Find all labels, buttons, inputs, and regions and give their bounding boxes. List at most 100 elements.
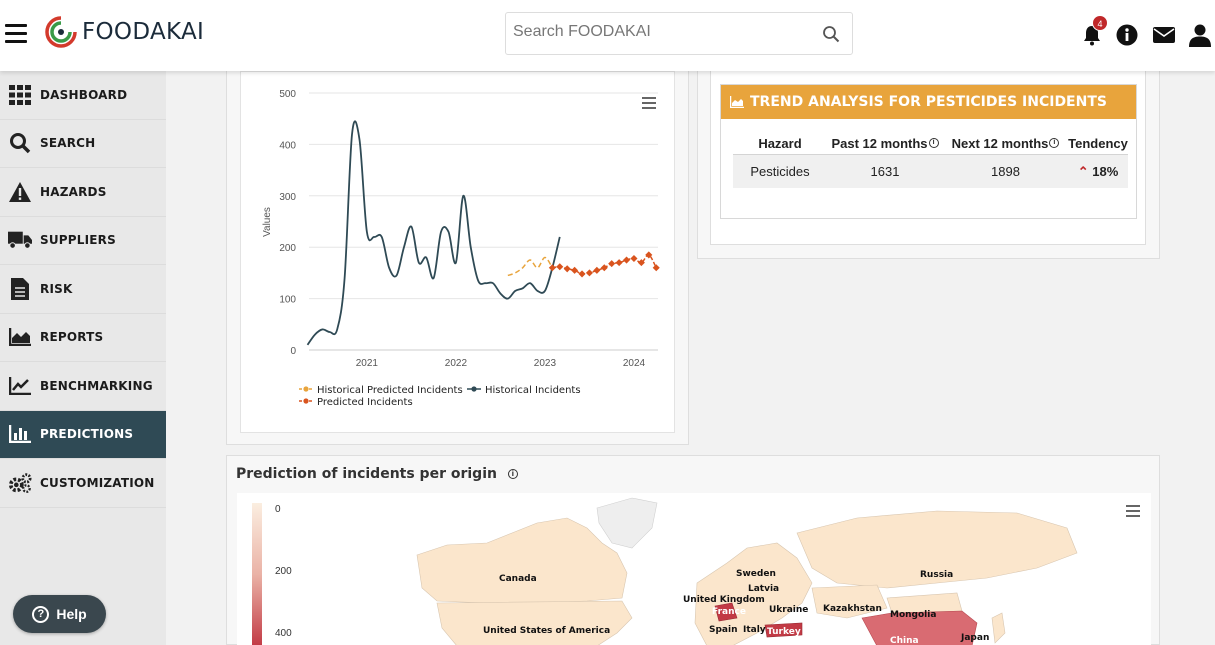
cell-next: 1898 [991, 164, 1020, 179]
country-label: Mongolia [890, 610, 936, 620]
search-icon[interactable] [822, 25, 840, 43]
info-icon[interactable]: i [507, 469, 518, 479]
sidebar-item-customization[interactable]: CUSTOMIZATION [0, 459, 166, 508]
map-panel: Prediction of incidents per origin i 0 2… [226, 455, 1160, 645]
data-point-marker [556, 263, 564, 271]
line-chart-svg: 500 400 300 200 100 0 2021 2022 2023 2024 Values Hi… [262, 89, 660, 408]
sidebar-item-risk[interactable]: RISK [0, 265, 166, 314]
scale-label: 200 [275, 566, 292, 577]
country-label: China [890, 636, 919, 645]
top-header: FOODAKAI 4 [0, 0, 1215, 71]
document-icon [8, 277, 32, 300]
map-title-text: Prediction of incidents per origin [236, 466, 497, 482]
y-tick-label: 400 [279, 140, 296, 151]
gears-icon [8, 472, 32, 494]
sidebar-item-label: HAZARDS [40, 184, 107, 199]
user-icon[interactable] [1188, 23, 1212, 47]
notification-badge: 4 [1092, 15, 1108, 31]
y-tick-label: 200 [279, 243, 296, 254]
country-label: Kazakhstan [823, 604, 882, 614]
line-chart-icon [8, 375, 32, 397]
series-line [306, 120, 561, 346]
trend-card: TREND ANALYSIS FOR PESTICIDES INCIDENTS … [720, 84, 1137, 219]
data-point-marker [652, 264, 660, 272]
hamburger-menu-icon[interactable] [5, 24, 27, 44]
x-tick-label: 2024 [623, 358, 646, 369]
world-map: 0 200 400 Canada Sweden Latvia Russia Un… [237, 493, 1151, 645]
x-tick-label: 2021 [356, 358, 379, 369]
bar-chart-icon [8, 423, 32, 445]
country-japan[interactable] [991, 612, 1006, 644]
tendency-value: 18% [1092, 163, 1119, 179]
trend-header: TREND ANALYSIS FOR PESTICIDES INCIDENTS [721, 85, 1136, 119]
question-icon: ? [32, 605, 50, 623]
help-label: Help [56, 606, 87, 622]
country-label: Sweden [736, 569, 776, 579]
help-button[interactable]: ? Help [13, 595, 106, 633]
sidebar-item-label: RISK [40, 281, 73, 296]
data-point-marker [630, 254, 638, 263]
prediction-chart: 500 400 300 200 100 0 2021 2022 2023 2024 Values Hi… [240, 71, 675, 433]
scale-label: 400 [275, 628, 292, 639]
sidebar-item-search[interactable]: SEARCH [0, 120, 166, 168]
info-icon[interactable]: i [1049, 137, 1060, 148]
search-input[interactable] [513, 23, 813, 41]
sidebar-item-hazards[interactable]: HAZARDS [0, 168, 166, 217]
data-point-marker [600, 264, 608, 272]
table-header-row: Hazard Past 12 months i Next 12 months i T… [733, 133, 1128, 153]
y-tick-label: 300 [279, 192, 296, 203]
chevron-up-icon: ⌃ [1077, 163, 1089, 179]
country-canada[interactable] [416, 517, 628, 604]
data-point-marker [578, 270, 586, 278]
data-point-marker [585, 269, 593, 277]
sidebar-item-label: BENCHMARKING [40, 378, 153, 393]
legend-label: Historical Incidents [485, 385, 581, 396]
grid-icon [8, 84, 32, 106]
country-label: Spain [709, 625, 738, 635]
logo-mark-icon [45, 16, 77, 48]
country-label: Latvia [748, 584, 779, 594]
country-label: Ukraine [769, 605, 808, 615]
color-scale-bar [252, 503, 262, 645]
sidebar-item-suppliers[interactable]: SUPPLIERS [0, 217, 166, 265]
y-tick-label: 500 [279, 89, 296, 100]
cell-tendency: ⌃ 18% [1068, 164, 1128, 180]
data-point-marker [571, 266, 579, 274]
sidebar: DASHBOARD SEARCH HAZARDS SUPPLIERS RISK … [0, 71, 166, 645]
col-header-next: Next 12 months i [943, 136, 1068, 151]
sidebar-item-predictions[interactable]: PREDICTIONS [0, 410, 166, 459]
mail-icon[interactable] [1152, 23, 1176, 47]
data-point-marker [563, 265, 571, 273]
legend-label: Predicted Incidents [317, 397, 413, 408]
sidebar-item-benchmarking[interactable]: BENCHMARKING [0, 362, 166, 411]
search-icon [8, 132, 32, 154]
data-point-marker [593, 266, 601, 274]
info-icon[interactable] [1115, 23, 1139, 47]
x-tick-label: 2023 [534, 358, 557, 369]
foodakai-logo[interactable]: FOODAKAI [44, 12, 204, 52]
scale-label: 0 [275, 504, 281, 515]
data-point-marker [548, 264, 556, 272]
area-chart-icon [730, 96, 744, 108]
legend-marker [303, 398, 309, 404]
col-header-tendency: Tendency [1068, 135, 1128, 151]
series-line [507, 256, 553, 277]
sidebar-item-label: REPORTS [40, 330, 104, 345]
country-label: United Kingdom [683, 595, 765, 605]
info-icon[interactable]: i [928, 137, 939, 148]
col-header-past: Past 12 months i [827, 136, 943, 151]
logo-text: FOODAKAI [82, 19, 205, 45]
search-box[interactable] [505, 12, 853, 55]
legend-label: Historical Predicted Incidents [317, 385, 463, 396]
cell-past: 1631 [870, 164, 900, 179]
sidebar-item-label: CUSTOMIZATION [40, 475, 155, 490]
country-label: Canada [499, 574, 537, 584]
country-usa[interactable] [436, 600, 633, 645]
map-svg: 0 200 400 Canada Sweden Latvia Russia Un… [252, 497, 1078, 645]
area-chart-icon [8, 326, 32, 348]
data-point-marker [623, 256, 631, 264]
sidebar-item-reports[interactable]: REPORTS [0, 314, 166, 362]
data-point-marker [608, 260, 616, 268]
cell-hazard: Pesticides [750, 164, 810, 179]
sidebar-item-dashboard[interactable]: DASHBOARD [0, 71, 166, 120]
